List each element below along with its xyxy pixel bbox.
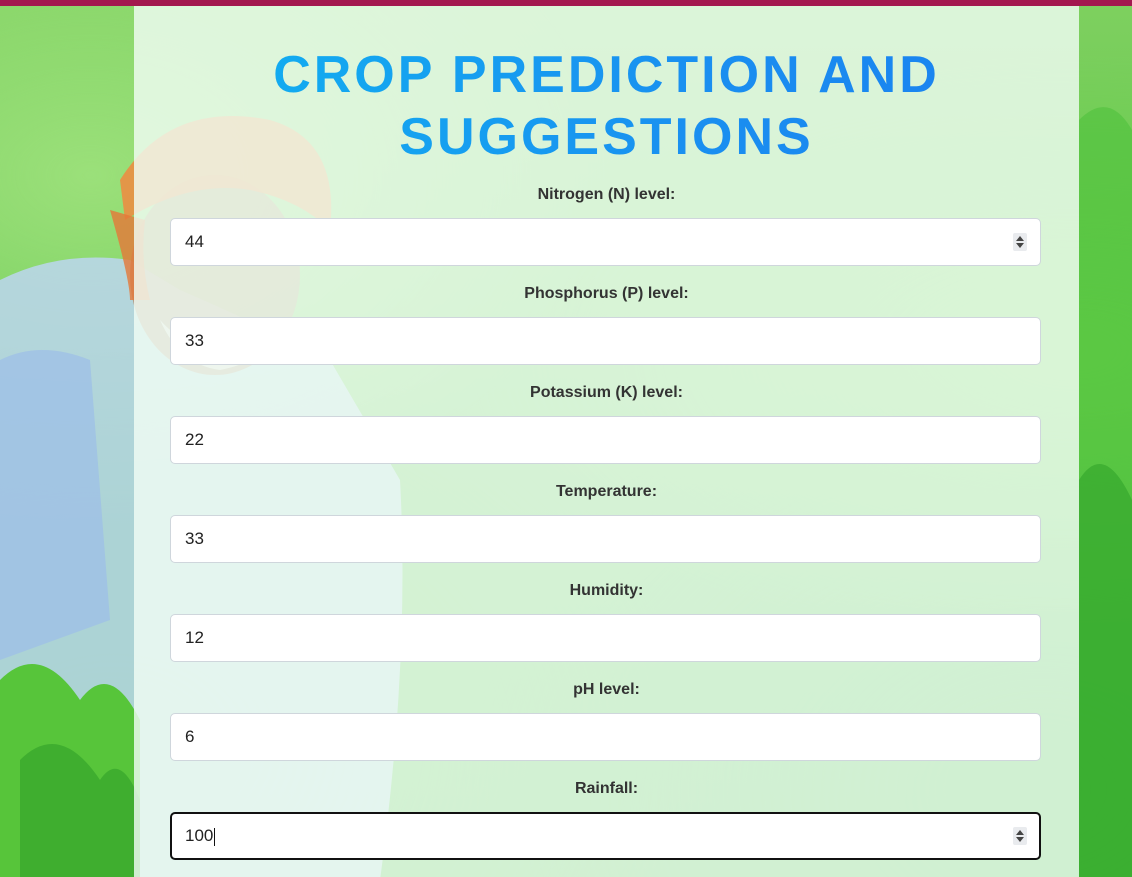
nitrogen-n-level-input[interactable]: 44	[170, 218, 1041, 266]
spinner-up-icon[interactable]	[1016, 236, 1024, 241]
phosphorus-p-level-input[interactable]: 33	[170, 317, 1041, 365]
humidity-label: Humidity:	[569, 582, 644, 599]
temperature-label: Temperature:	[555, 483, 658, 500]
page-title: CROP PREDICTION AND SUGGESTIONS	[134, 44, 1079, 168]
phosphorus-p-level-value: 33	[185, 331, 204, 350]
potassium-k-level-value: 22	[185, 430, 204, 449]
rainfall-value: 100	[185, 826, 216, 846]
spinner-down-icon[interactable]	[1016, 837, 1024, 842]
temperature-value: 33	[185, 529, 204, 548]
temperature-input[interactable]: 33	[170, 515, 1041, 563]
ph-level-value: 6	[185, 727, 195, 746]
ph-level-label: pH level:	[573, 681, 640, 698]
number-spinner[interactable]	[1013, 233, 1027, 251]
potassium-k-level-label: Potassium (K) level:	[530, 384, 683, 401]
plants-background-right	[1079, 107, 1132, 877]
spinner-down-icon[interactable]	[1016, 243, 1024, 248]
rainfall-label: Rainfall:	[574, 780, 639, 797]
ph-level-input[interactable]: 6	[170, 713, 1041, 761]
spinner-up-icon[interactable]	[1016, 830, 1024, 835]
humidity-value: 12	[185, 628, 204, 647]
nitrogen-n-level-label: Nitrogen (N) level:	[537, 186, 676, 203]
text-caret	[214, 827, 216, 846]
nitrogen-n-level-value: 44	[185, 232, 204, 251]
number-spinner[interactable]	[1013, 827, 1027, 845]
humidity-input[interactable]: 12	[170, 614, 1041, 662]
potassium-k-level-input[interactable]: 22	[170, 416, 1041, 464]
form-panel: CROP PREDICTION AND SUGGESTIONS Nitrogen…	[134, 6, 1079, 877]
phosphorus-p-level-label: Phosphorus (P) level:	[524, 285, 689, 302]
rainfall-input[interactable]: 100	[170, 812, 1041, 860]
top-accent-bar	[0, 0, 1132, 6]
